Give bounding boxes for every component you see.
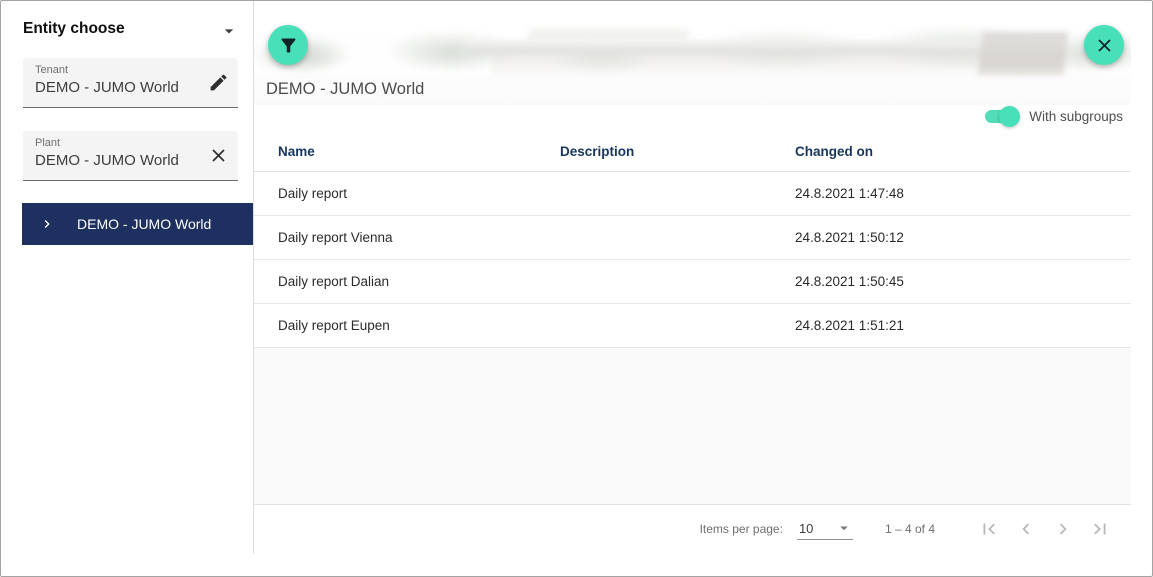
filter-funnel-icon [278,35,299,56]
last-page-button[interactable] [1087,516,1113,542]
table-row[interactable]: Daily report 24.8.2021 1:47:48 [254,172,1131,216]
app-window: Entity choose Tenant DEMO - JUMO World P… [0,0,1153,577]
page-range-label: 1 – 4 of 4 [885,522,935,536]
column-header-name[interactable]: Name [254,144,560,159]
next-page-button[interactable] [1050,516,1076,542]
table-row[interactable]: Daily report Eupen 24.8.2021 1:51:21 [254,304,1131,348]
toggle-thumb [999,106,1020,127]
table-empty-area [254,348,1131,505]
first-page-button[interactable] [976,516,1002,542]
items-per-page-value: 10 [799,521,813,536]
with-subgroups-label: With subgroups [1029,109,1123,124]
subgroups-toggle-row: With subgroups [254,104,1131,128]
entity-banner: DEMO - JUMO World [254,22,1131,105]
table-header-row: Name Description Changed on [254,131,1131,172]
tenant-field[interactable]: Tenant DEMO - JUMO World [23,58,238,108]
close-x-icon [1094,35,1115,56]
close-button[interactable] [1084,25,1124,65]
plant-field[interactable]: Plant DEMO - JUMO World [23,131,238,181]
cell-name: Daily report [254,186,560,201]
table-row[interactable]: Daily report Dalian 24.8.2021 1:50:45 [254,260,1131,304]
cell-changed-on: 24.8.2021 1:47:48 [795,186,1131,201]
previous-page-button[interactable] [1013,516,1039,542]
edit-pencil-icon[interactable] [208,72,229,93]
last-page-icon [1089,518,1111,540]
next-page-icon [1052,518,1074,540]
column-header-description[interactable]: Description [560,144,795,159]
clear-x-icon[interactable] [208,145,229,166]
cell-changed-on: 24.8.2021 1:50:45 [795,274,1131,289]
paginator: Items per page: 10 1 – 4 of 4 [254,505,1131,553]
cell-changed-on: 24.8.2021 1:50:12 [795,230,1131,245]
previous-page-icon [1015,518,1037,540]
table-row[interactable]: Daily report Vienna 24.8.2021 1:50:12 [254,216,1131,260]
cell-name: Daily report Eupen [254,318,560,333]
tenant-label: Tenant [35,64,68,76]
items-per-page-select[interactable]: 10 [797,518,853,540]
items-per-page-label: Items per page: [700,522,783,536]
entity-tree-item[interactable]: DEMO - JUMO World [22,203,259,245]
tenant-value: DEMO - JUMO World [35,79,179,96]
plant-label: Plant [35,137,60,149]
dropdown-caret-icon[interactable] [219,21,239,41]
chevron-right-icon[interactable] [39,216,55,232]
entity-choose-title: Entity choose [23,20,125,38]
cell-name: Daily report Dalian [254,274,560,289]
first-page-icon [978,518,1000,540]
dropdown-caret-icon [835,519,853,537]
filter-button[interactable] [268,25,308,65]
plant-value: DEMO - JUMO World [35,152,179,169]
entity-title: DEMO - JUMO World [266,80,424,99]
cell-changed-on: 24.8.2021 1:51:21 [795,318,1131,333]
tree-item-label: DEMO - JUMO World [77,216,211,232]
with-subgroups-toggle[interactable] [985,110,1016,123]
cell-name: Daily report Vienna [254,230,560,245]
column-header-changed-on[interactable]: Changed on [795,144,1131,159]
